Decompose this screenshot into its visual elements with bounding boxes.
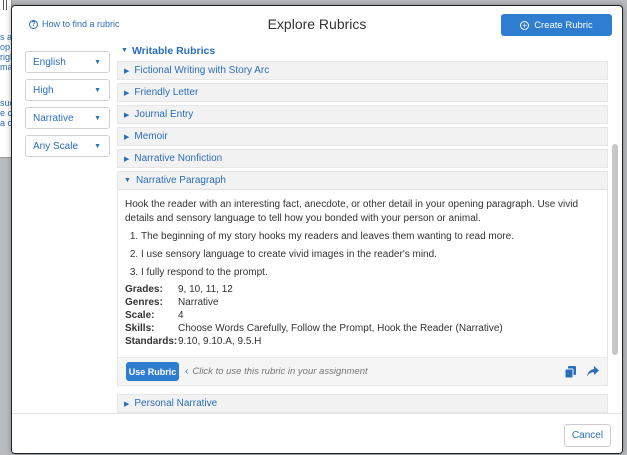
hint-text: Click to use this rubric in your assignm…: [192, 365, 368, 377]
use-rubric-bar: Use Rubric ‹ Click to use this rubric in…: [118, 357, 607, 385]
skills-value: Choose Words Carefully, Follow the Promp…: [178, 323, 503, 334]
create-rubric-label: Create Rubric: [534, 19, 593, 31]
rubric-label: Friendly Letter: [134, 87, 199, 98]
rubric-item-expanded[interactable]: ▼ Narrative Paragraph: [117, 171, 608, 190]
standards-row: Standards: 9.10, 9.10.A, 9.5.H: [125, 336, 600, 348]
chevron-left-icon: ‹: [185, 365, 189, 377]
criteria-item: I fully respond to the prompt.: [141, 266, 600, 280]
copy-icon[interactable]: [565, 365, 576, 378]
chevron-down-icon: ▼: [94, 86, 101, 94]
rubric-item[interactable]: ▶ Journal Entry: [117, 105, 608, 124]
caret-right-icon: ▶: [124, 155, 130, 163]
rubric-label: Narrative Nonfiction: [134, 153, 223, 164]
criteria-item: The beginning of my story hooks my reade…: [141, 230, 600, 244]
rubric-item[interactable]: ▶ Personal Narrative: [117, 394, 608, 413]
rubric-label: Narrative Paragraph: [135, 175, 226, 186]
filter-panel: English ▼ High ▼ Narrative ▼ Any Scale ▼: [25, 51, 110, 163]
rubric-item[interactable]: ▶ Friendly Letter: [117, 83, 608, 102]
cancel-button[interactable]: Cancel: [564, 424, 611, 447]
rubric-item[interactable]: ▶ Fictional Writing with Story Arc: [117, 61, 608, 80]
caret-down-icon: ▼: [124, 177, 131, 184]
skills-label: Skills:: [125, 323, 155, 334]
rubric-details: Hook the reader with an interesting fact…: [117, 190, 608, 386]
standards-value: 9.10, 9.10.A, 9.5.H: [178, 336, 262, 347]
scale-value: 4: [178, 310, 184, 321]
caret-right-icon: ▶: [124, 111, 130, 119]
chevron-down-icon: ▼: [94, 58, 101, 66]
rubric-actions: [565, 365, 599, 378]
filter-value: Any Scale: [33, 140, 79, 152]
rubric-label: Fictional Writing with Story Arc: [134, 65, 270, 76]
genre-filter-select[interactable]: Narrative ▼: [25, 107, 110, 129]
background-scrollbar: [3, 0, 7, 10]
create-rubric-button[interactable]: + Create Rubric: [501, 14, 612, 36]
rubric-label: Journal Entry: [134, 109, 194, 120]
genres-row: Genres: Narrative: [125, 297, 600, 309]
scale-label: Scale:: [125, 310, 155, 321]
grades-label: Grades:: [125, 284, 163, 295]
use-rubric-button[interactable]: Use Rubric: [126, 362, 179, 381]
caret-right-icon: ▶: [124, 133, 130, 141]
rubric-label: Memoir: [134, 131, 168, 142]
rubric-list: ▼ Writable Rubrics ▶ Fictional Writing w…: [117, 43, 608, 418]
filter-value: High: [33, 84, 54, 96]
writable-rubrics-section-toggle[interactable]: ▼ Writable Rubrics: [117, 43, 608, 58]
chevron-down-icon: ▼: [94, 114, 101, 122]
skills-row: Skills: Choose Words Carefully, Follow t…: [125, 323, 600, 335]
caret-down-icon: ▼: [121, 47, 128, 54]
filter-value: English: [33, 56, 66, 68]
rubric-label: Personal Narrative: [134, 398, 218, 409]
rubric-metadata: Grades: 9, 10, 11, 12 Genres: Narrative …: [125, 284, 600, 348]
scale-row: Scale: 4: [125, 310, 600, 322]
background-text: op: [0, 42, 11, 52]
rubric-description: Hook the reader with an interesting fact…: [125, 199, 579, 224]
list-scrollbar[interactable]: [612, 144, 618, 355]
modal-footer: Cancel: [12, 413, 622, 453]
grades-row: Grades: 9, 10, 11, 12: [125, 284, 600, 296]
modal-header: ? How to find a rubric Explore Rubrics +…: [12, 6, 622, 43]
criteria-item: I use sensory language to create vivid i…: [141, 248, 600, 262]
explore-rubrics-modal: ? How to find a rubric Explore Rubrics +…: [11, 5, 623, 454]
use-rubric-hint: ‹ Click to use this rubric in your assig…: [185, 365, 368, 379]
genres-value: Narrative: [178, 297, 219, 308]
grades-value: 9, 10, 11, 12: [178, 284, 233, 295]
rubric-item[interactable]: ▶ Narrative Nonfiction: [117, 149, 608, 168]
section-label: Writable Rubrics: [131, 44, 216, 57]
plus-circle-icon: +: [520, 20, 530, 30]
caret-right-icon: ▶: [124, 67, 130, 75]
criteria-list: The beginning of my story hooks my reade…: [125, 230, 600, 280]
chevron-down-icon: ▼: [94, 142, 101, 150]
standards-label: Standards:: [125, 336, 178, 347]
rubric-item[interactable]: ▶ Memoir: [117, 127, 608, 146]
grade-level-filter-select[interactable]: High ▼: [25, 79, 110, 101]
caret-right-icon: ▶: [124, 400, 130, 408]
caret-right-icon: ▶: [124, 89, 130, 97]
subject-filter-select[interactable]: English ▼: [25, 51, 110, 73]
genres-label: Genres:: [125, 297, 163, 308]
filter-value: Narrative: [33, 112, 74, 124]
scale-filter-select[interactable]: Any Scale ▼: [25, 135, 110, 157]
share-icon[interactable]: [587, 366, 599, 377]
